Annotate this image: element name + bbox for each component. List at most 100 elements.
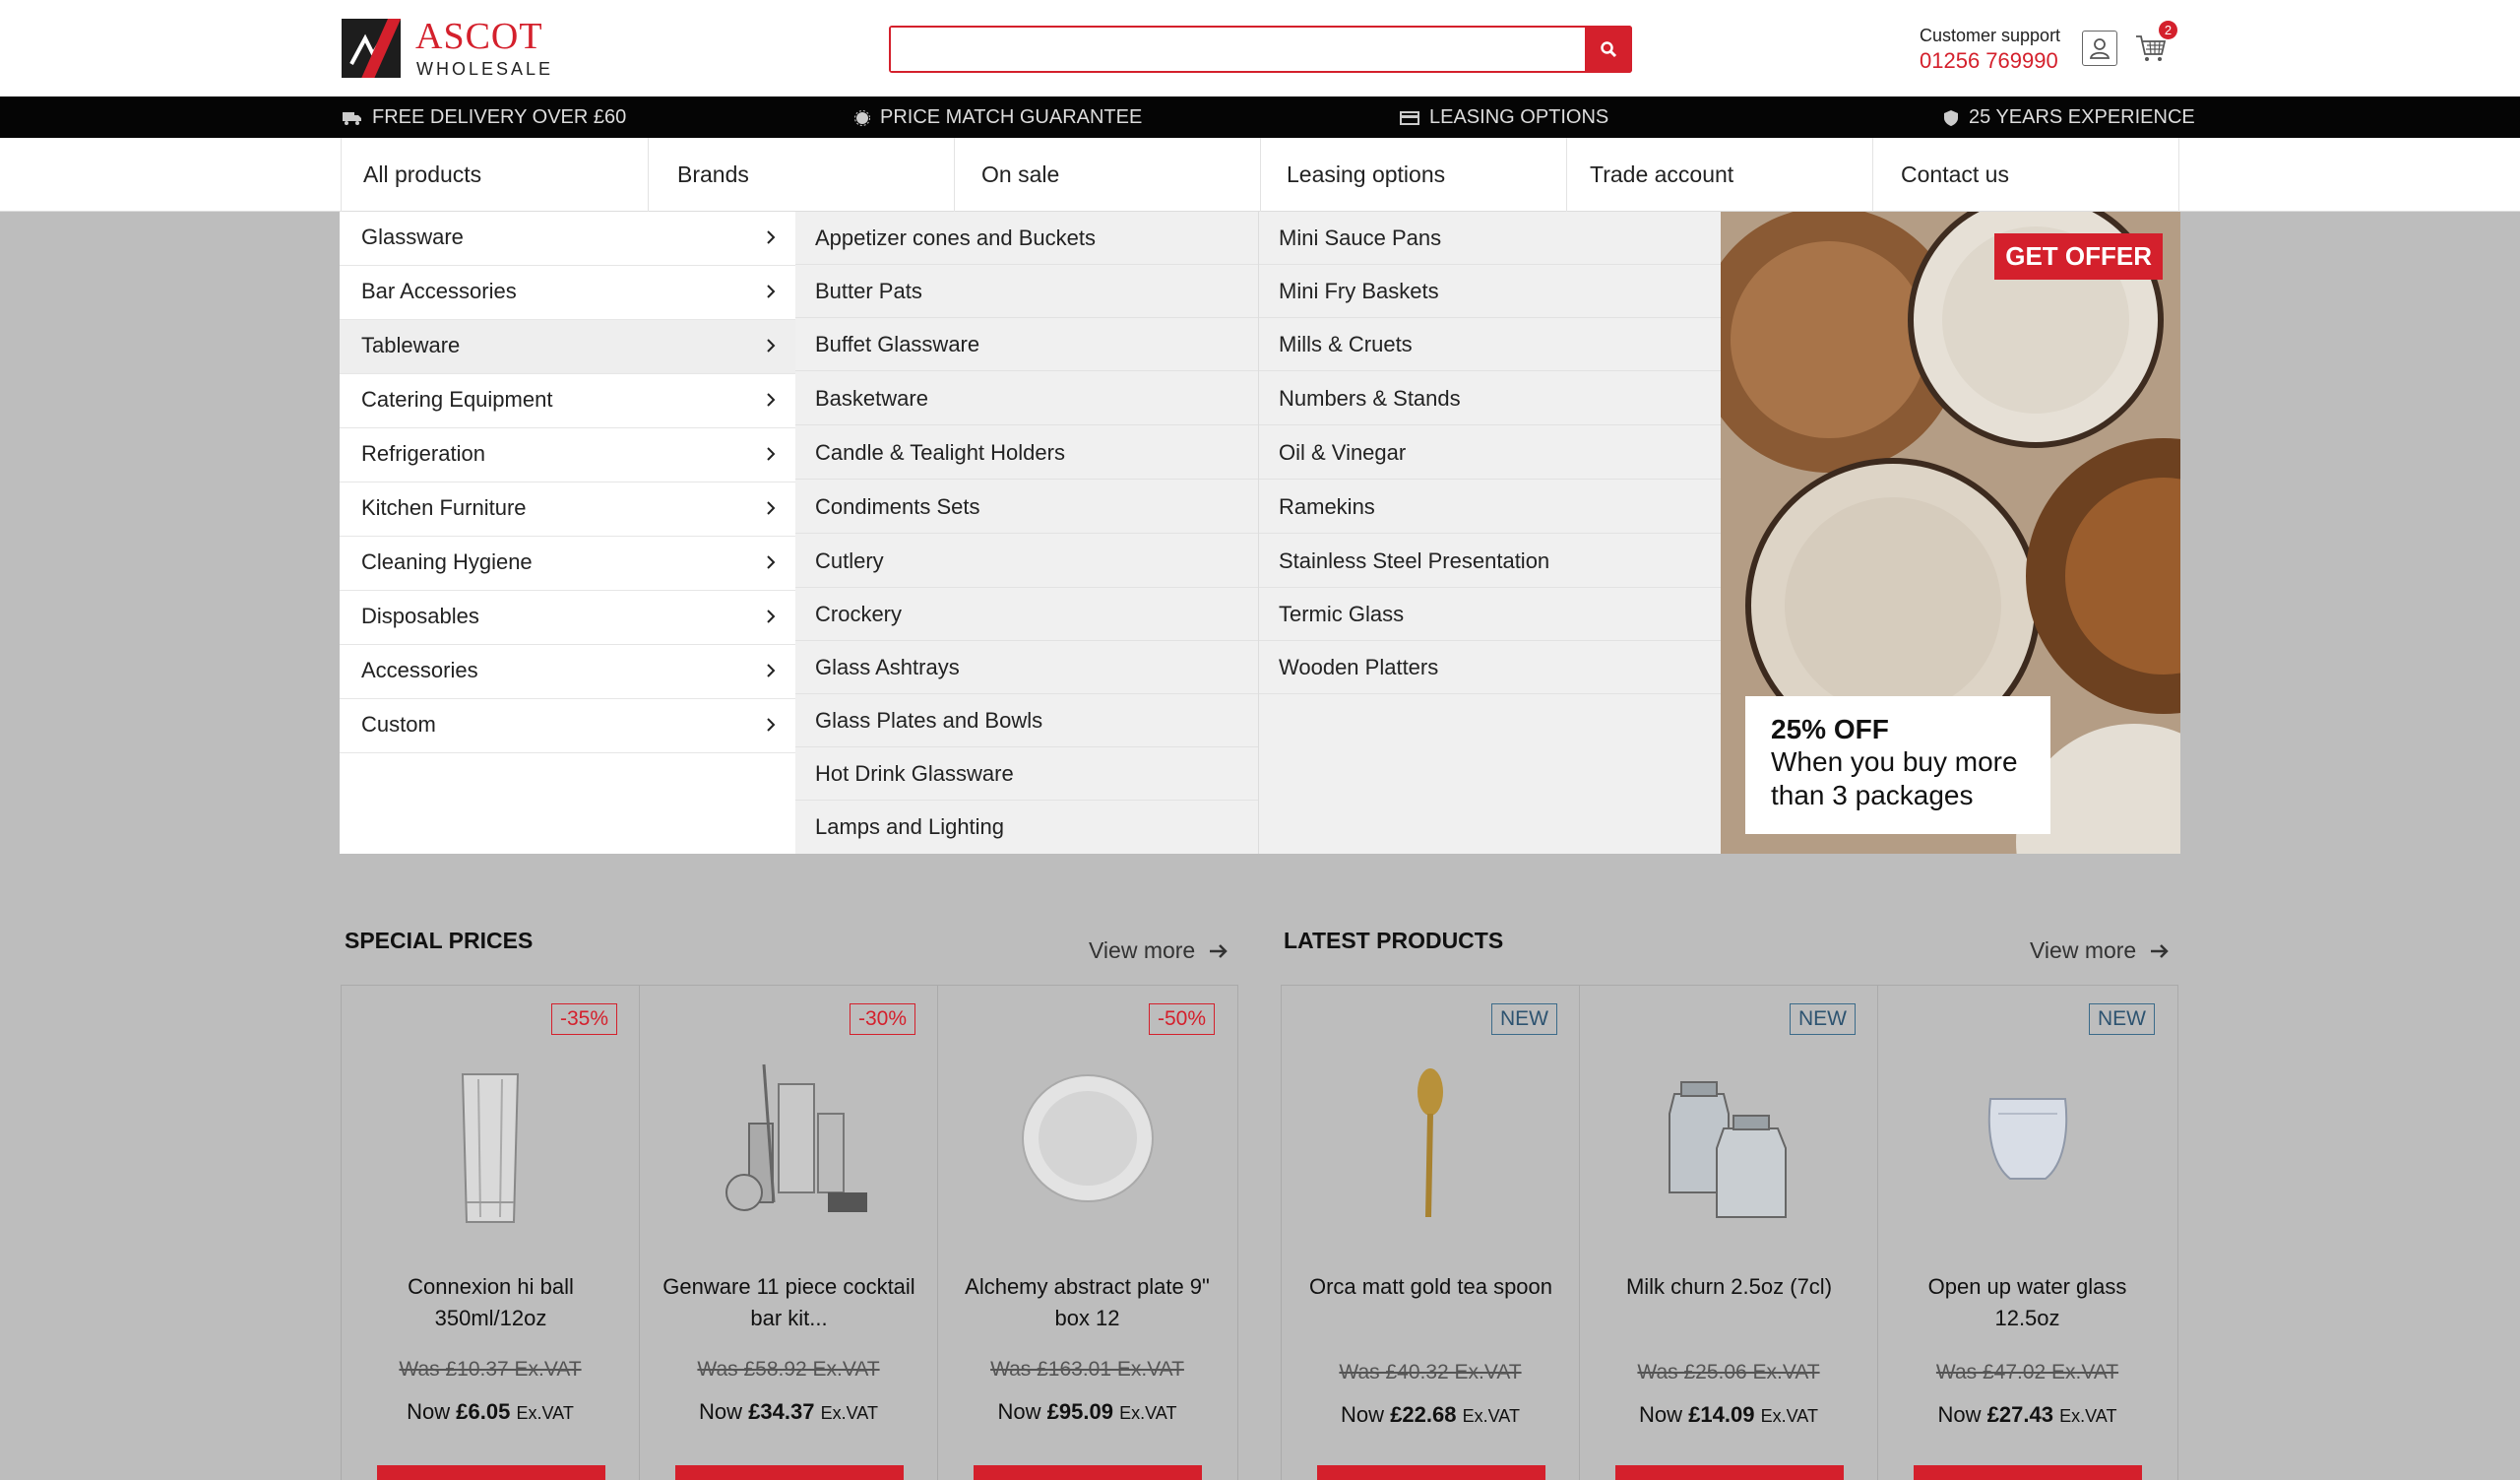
- nav-trade-account[interactable]: Trade account: [1566, 138, 1873, 212]
- subcategory-link[interactable]: Mills & Cruets: [1259, 318, 1722, 371]
- product-card[interactable]: -30% Genware 11 piece cocktail bar kit..…: [640, 986, 938, 1480]
- subcategory-link[interactable]: Mini Fry Baskets: [1259, 265, 1722, 318]
- nav-all-products[interactable]: All products: [341, 138, 648, 212]
- subcategory-link[interactable]: Ramekins: [1259, 481, 1722, 534]
- price-value: £14.09: [1688, 1402, 1755, 1427]
- latest-view-more-link[interactable]: View more: [2030, 937, 2170, 964]
- truck-icon: [343, 111, 361, 125]
- nav-leasing-options[interactable]: Leasing options: [1260, 138, 1567, 212]
- category-label: Catering Equipment: [361, 387, 553, 412]
- product-name[interactable]: Genware 11 piece cocktail bar kit...: [660, 1271, 918, 1334]
- product-card[interactable]: NEW Orca matt gold tea spoon Was £40.32 …: [1282, 986, 1580, 1480]
- product-name[interactable]: Open up water glass 12.5oz: [1898, 1271, 2157, 1334]
- was-price: Was £58.92 Ex.VAT: [697, 1358, 880, 1381]
- was-price: Was £25.06 Ex.VAT: [1637, 1361, 1820, 1383]
- product-card[interactable]: -50% Alchemy abstract plate 9" box 12 Wa…: [938, 986, 1236, 1480]
- badge-icon: [854, 109, 870, 126]
- product-name[interactable]: Alchemy abstract plate 9" box 12: [958, 1271, 1217, 1334]
- subcategory-link[interactable]: Condiments Sets: [795, 481, 1258, 534]
- category-tableware[interactable]: Tableware: [340, 320, 795, 374]
- product-name[interactable]: Milk churn 2.5oz (7cl): [1600, 1271, 1858, 1303]
- category-disposables[interactable]: Disposables: [340, 591, 795, 645]
- now-price: Now £22.68 Ex.VAT: [1282, 1402, 1579, 1428]
- subcategory-link[interactable]: Basketware: [795, 372, 1258, 425]
- subcategory-link[interactable]: Crockery: [795, 588, 1258, 641]
- subcategory-link[interactable]: Butter Pats: [795, 265, 1258, 318]
- subcategory-link[interactable]: Hot Drink Glassware: [795, 747, 1258, 801]
- account-button[interactable]: [2082, 31, 2117, 66]
- nav-contact-us[interactable]: Contact us: [1872, 138, 2179, 212]
- subcategory-link[interactable]: Mini Sauce Pans: [1259, 212, 1722, 265]
- category-kitchen-furniture[interactable]: Kitchen Furniture: [340, 483, 795, 537]
- price-value: £34.37: [748, 1399, 815, 1424]
- category-custom[interactable]: Custom: [340, 699, 795, 753]
- subcategory-column-1: Appetizer cones and Buckets Butter Pats …: [795, 212, 1258, 854]
- vat-label: Ex.VAT: [1462, 1406, 1520, 1426]
- category-label: Kitchen Furniture: [361, 495, 527, 520]
- subcategory-link[interactable]: Oil & Vinegar: [1259, 426, 1722, 480]
- category-label: Refrigeration: [361, 441, 485, 466]
- site-logo[interactable]: ASCOT WHOLESALE: [342, 16, 550, 80]
- category-cleaning-hygiene[interactable]: Cleaning Hygiene: [340, 537, 795, 591]
- category-label: Cleaning Hygiene: [361, 549, 533, 574]
- support-label: Customer support: [1920, 26, 2061, 45]
- promo-banner[interactable]: GET OFFER 25% OFF When you buy more than…: [1721, 212, 2180, 854]
- category-bar-accessories[interactable]: Bar Accessories: [340, 266, 795, 320]
- subcategory-column-2: Mini Sauce Pans Mini Fry Baskets Mills &…: [1258, 212, 1722, 854]
- search-icon: [1601, 41, 1617, 58]
- was-price: Was £163.01 Ex.VAT: [990, 1358, 1184, 1381]
- now-price: Now £95.09 Ex.VAT: [938, 1399, 1236, 1425]
- add-to-cart-button[interactable]: [1317, 1465, 1545, 1480]
- offer-card: 25% OFF When you buy more than 3 package…: [1745, 696, 2050, 834]
- category-refrigeration[interactable]: Refrigeration: [340, 428, 795, 483]
- get-offer-button[interactable]: GET OFFER: [1994, 233, 2163, 280]
- category-list: Glassware Bar Accessories Tableware Cate…: [340, 212, 795, 854]
- category-catering-equipment[interactable]: Catering Equipment: [340, 374, 795, 428]
- category-glassware[interactable]: Glassware: [340, 212, 795, 266]
- logo-mark: [342, 19, 401, 78]
- add-to-cart-button[interactable]: [974, 1465, 1202, 1480]
- price-value: £6.05: [456, 1399, 511, 1424]
- product-name[interactable]: Orca matt gold tea spoon: [1301, 1271, 1560, 1303]
- search-input[interactable]: [891, 28, 1585, 71]
- arrow-right-icon: [1210, 943, 1228, 958]
- subcategory-link[interactable]: Buffet Glassware: [795, 318, 1258, 371]
- now-price: Now £14.09 Ex.VAT: [1580, 1402, 1877, 1428]
- product-card[interactable]: -35% Connexion hi ball 350ml/12oz Was £1…: [342, 986, 640, 1480]
- product-card[interactable]: NEW Milk churn 2.5oz (7cl) Was £25.06 Ex…: [1580, 986, 1878, 1480]
- price-value: £27.43: [1986, 1402, 2053, 1427]
- add-to-cart-button[interactable]: [1615, 1465, 1844, 1480]
- offer-title: 25% OFF: [1771, 714, 1889, 744]
- category-accessories[interactable]: Accessories: [340, 645, 795, 699]
- subcategory-link[interactable]: Glass Plates and Bowls: [795, 694, 1258, 747]
- subcategory-link[interactable]: Appetizer cones and Buckets: [795, 212, 1258, 265]
- subcategory-link[interactable]: Termic Glass: [1259, 588, 1722, 641]
- discount-badge: -35%: [550, 1003, 617, 1035]
- nav-brands[interactable]: Brands: [648, 138, 955, 212]
- add-to-cart-button[interactable]: [377, 1465, 605, 1480]
- support-phone[interactable]: 01256 769990: [1920, 48, 2060, 74]
- subcategory-link[interactable]: Numbers & Stands: [1259, 372, 1722, 425]
- chevron-right-icon: [767, 501, 776, 515]
- add-to-cart-button[interactable]: [675, 1465, 904, 1480]
- shield-icon: [1944, 109, 1958, 126]
- subcategory-link[interactable]: Candle & Tealight Holders: [795, 426, 1258, 480]
- search-button[interactable]: [1585, 26, 1632, 73]
- latest-products-title: LATEST PRODUCTS: [1284, 928, 1504, 953]
- add-to-cart-button[interactable]: [1914, 1465, 2142, 1480]
- subcategory-link[interactable]: Cutlery: [795, 535, 1258, 588]
- subcategory-link[interactable]: Lamps and Lighting: [795, 801, 1258, 854]
- water-glass-image: [1987, 1098, 2067, 1180]
- product-card[interactable]: NEW Open up water glass 12.5oz Was £47.0…: [1878, 986, 2176, 1480]
- nav-on-sale[interactable]: On sale: [954, 138, 1261, 212]
- benefit-label: FREE DELIVERY OVER £60: [372, 106, 627, 128]
- category-label: Bar Accessories: [361, 279, 517, 303]
- product-name[interactable]: Connexion hi ball 350ml/12oz: [361, 1271, 620, 1334]
- subcategory-link[interactable]: Wooden Platters: [1259, 641, 1722, 694]
- main-nav: All products Brands On sale Leasing opti…: [0, 138, 2520, 212]
- now-price: Now £27.43 Ex.VAT: [1878, 1402, 2176, 1428]
- chevron-right-icon: [767, 664, 776, 677]
- subcategory-link[interactable]: Stainless Steel Presentation: [1259, 535, 1722, 588]
- subcategory-link[interactable]: Glass Ashtrays: [795, 641, 1258, 694]
- special-view-more-link[interactable]: View more: [1089, 937, 1228, 964]
